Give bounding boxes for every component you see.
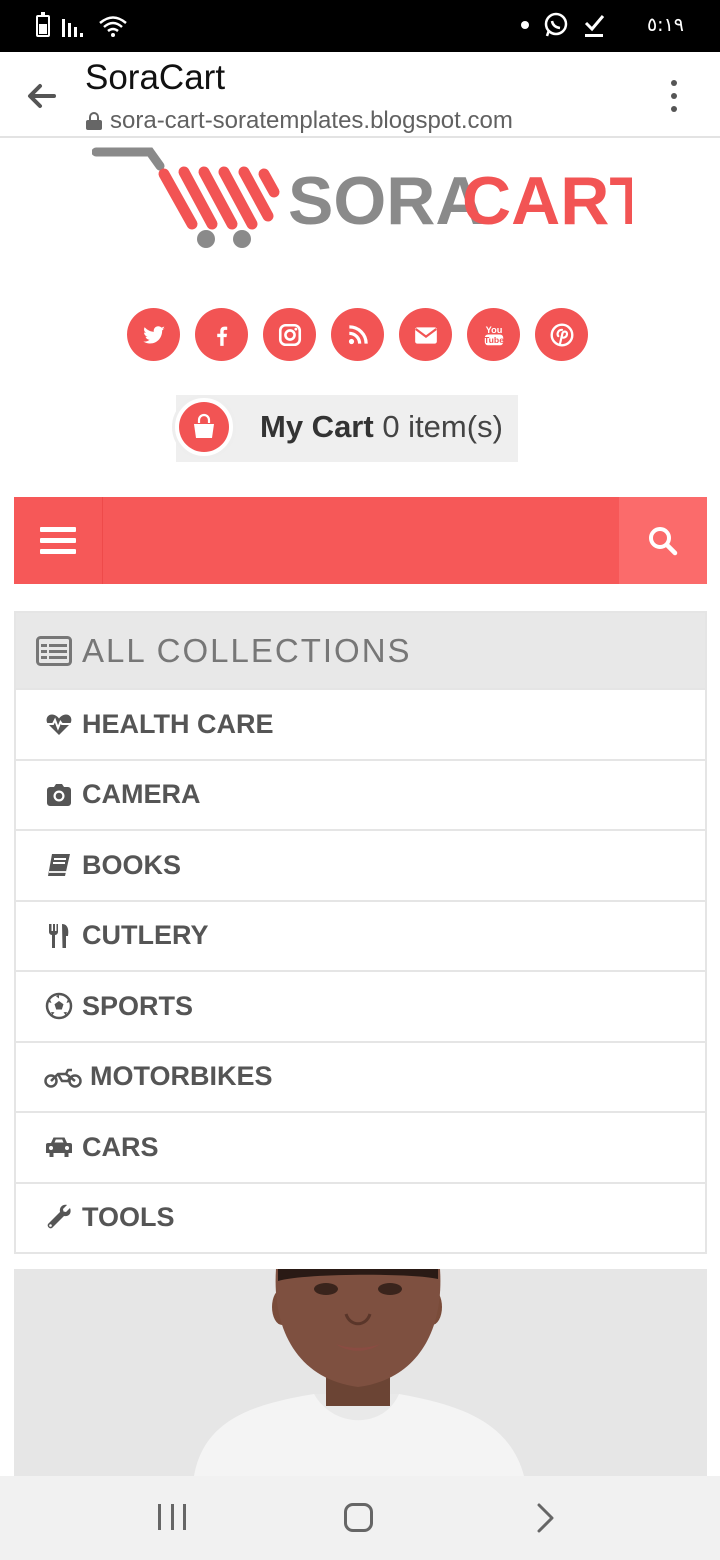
svg-text:Tube: Tube [483, 335, 503, 345]
browser-toolbar: SoraCart sora-cart-soratemplates.blogspo… [0, 52, 720, 138]
cart-title: My Cart [260, 409, 374, 444]
collection-label: TOOLS [82, 1202, 175, 1233]
heartbeat-icon [44, 709, 74, 739]
rss-icon[interactable] [331, 308, 384, 361]
clock: ٥:١٩ [646, 14, 684, 36]
pinterest-icon[interactable] [535, 308, 588, 361]
youtube-icon[interactable]: You Tube [467, 308, 520, 361]
logo-text-sora: SORA [288, 163, 484, 239]
instagram-icon[interactable] [263, 308, 316, 361]
url-text: sora-cart-soratemplates.blogspot.com [110, 107, 513, 134]
social-links: You Tube [127, 308, 588, 361]
collection-item-books[interactable]: BOOKS [16, 829, 705, 900]
cart-badge [172, 395, 236, 459]
shopping-bag-icon [194, 413, 214, 438]
list-icon [36, 635, 72, 666]
collection-item-cutlery[interactable]: CUTLERY [16, 899, 705, 971]
cutlery-icon [44, 921, 74, 951]
home-button[interactable] [344, 1503, 373, 1532]
collection-item-motorbikes[interactable]: MOTORBIKES [16, 1040, 705, 1112]
more-options-icon[interactable] [662, 80, 686, 112]
recent-apps-button[interactable] [158, 1504, 186, 1530]
search-button[interactable] [619, 497, 707, 584]
notification-dot-icon [520, 21, 529, 29]
featured-banner-image[interactable] [14, 1269, 707, 1476]
page-title: SoraCart [85, 58, 226, 97]
lock-icon [86, 112, 102, 130]
whatsapp-icon [544, 12, 568, 37]
collection-item-health-care[interactable]: HEALTH CARE [16, 688, 705, 759]
my-cart-widget[interactable]: My Cart 0 item(s) [172, 395, 518, 462]
email-icon[interactable] [399, 308, 452, 361]
soracart-logo[interactable]: SORA CART [92, 144, 632, 254]
system-back-button[interactable] [536, 1502, 556, 1534]
twitter-icon[interactable] [127, 308, 180, 361]
child-photo [14, 1269, 707, 1476]
collection-item-tools[interactable]: TOOLS [16, 1181, 705, 1253]
facebook-icon[interactable] [195, 308, 248, 361]
collections-title: ALL COLLECTIONS [82, 631, 412, 669]
status-bar: ٥:١٩ [0, 0, 720, 52]
battery-icon [36, 12, 50, 37]
url-display[interactable]: sora-cart-soratemplates.blogspot.com [86, 107, 513, 135]
book-icon [44, 850, 74, 880]
soccer-ball-icon [44, 991, 74, 1021]
search-icon [649, 526, 678, 555]
cart-label: My Cart 0 item(s) [260, 409, 503, 445]
logo-text-cart: CART [462, 163, 632, 239]
back-arrow-icon[interactable] [22, 76, 62, 116]
motorbike-icon [44, 1062, 82, 1092]
collection-label: CUTLERY [82, 920, 209, 951]
collection-label: HEALTH CARE [82, 708, 274, 739]
cart-count: 0 item(s) [382, 409, 503, 444]
all-collections-widget: ALL COLLECTIONS HEALTH CARE CAMERA BOOKS… [14, 611, 707, 1254]
collection-item-sports[interactable]: SPORTS [16, 970, 705, 1041]
svg-text:You: You [485, 324, 502, 334]
camera-icon [44, 780, 74, 810]
signal-icon [62, 15, 86, 37]
hamburger-menu-icon[interactable] [14, 497, 103, 584]
collections-header: ALL COLLECTIONS [16, 613, 705, 688]
collection-label: SPORTS [82, 990, 194, 1021]
collection-label: CAMERA [82, 779, 201, 810]
collection-label: CARS [82, 1131, 159, 1162]
system-navigation-bar [0, 1476, 720, 1560]
download-done-icon [584, 15, 605, 37]
wrench-icon [44, 1203, 74, 1233]
collection-item-cars[interactable]: CARS [16, 1111, 705, 1182]
main-navigation-bar [14, 497, 707, 584]
car-icon [44, 1132, 74, 1162]
wifi-icon [99, 16, 127, 37]
collection-label: BOOKS [82, 849, 182, 880]
collection-item-camera[interactable]: CAMERA [16, 758, 705, 830]
collection-label: MOTORBIKES [90, 1061, 273, 1092]
